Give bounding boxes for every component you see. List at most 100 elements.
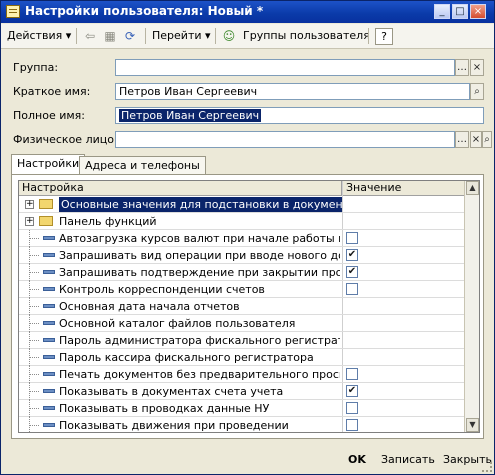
table-row[interactable]: Показывать движения при проведении: [19, 417, 464, 432]
tree-connector: [29, 255, 39, 256]
setting-item-icon: [43, 321, 55, 325]
table-row[interactable]: + Панель функций: [19, 213, 464, 230]
table-row[interactable]: Основная дата начала отчетов: [19, 298, 464, 315]
tab-panel: Настройка Значение + Основные значения дл…: [11, 174, 484, 439]
column-header-value[interactable]: Значение: [343, 181, 464, 195]
clear-icon[interactable]: ×: [470, 59, 484, 76]
actions-menu[interactable]: Действия ▾: [7, 28, 71, 44]
table-row[interactable]: Запрашивать подтверждение при закрытии п…: [19, 264, 464, 281]
goto-menu[interactable]: Перейти ▾: [152, 28, 211, 44]
full-name-field[interactable]: Петров Иван Сергеевич: [115, 107, 484, 124]
tree-connector: [29, 391, 39, 392]
setting-name: Запрашивать подтверждение при закрытии п…: [59, 266, 340, 279]
setting-name: Пароль кассира фискального регистратора: [59, 351, 314, 364]
expand-icon[interactable]: +: [25, 217, 34, 226]
tree-connector: [29, 374, 39, 375]
short-name-label: Краткое имя:: [13, 85, 91, 98]
scroll-down-arrow-icon[interactable]: ▼: [466, 418, 479, 432]
scroll-up-arrow-icon[interactable]: ▲: [466, 181, 479, 195]
table-row[interactable]: Пароль администратора фискального регист…: [19, 332, 464, 349]
save-button[interactable]: Записать: [381, 452, 435, 468]
tab-settings[interactable]: Настройки: [11, 154, 86, 175]
value-checkbox[interactable]: ✔: [346, 249, 358, 261]
setting-item-icon: [43, 304, 55, 308]
document-icon: [6, 5, 20, 18]
window-title: Настройки пользователя: Новый *: [25, 4, 264, 18]
back-arrow-icon[interactable]: ⇦: [82, 28, 98, 44]
setting-name: Показывать движения при проведении: [59, 419, 289, 432]
setting-item-icon: [43, 287, 55, 291]
setting-name: Основные значения для подстановки в доку…: [59, 197, 342, 212]
setting-name: Панель функций: [59, 215, 157, 228]
person-label: Физическое лицо:: [13, 133, 118, 146]
setting-name: Основная дата начала отчетов: [59, 300, 240, 313]
table-row[interactable]: + Основные значения для подстановки в док…: [19, 196, 464, 213]
search-icon[interactable]: ⌕: [470, 83, 484, 100]
setting-item-icon: [43, 236, 55, 240]
group-field[interactable]: [115, 59, 455, 76]
close-icon[interactable]: ×: [470, 4, 486, 19]
expand-icon[interactable]: +: [25, 200, 34, 209]
help-button[interactable]: ?: [375, 28, 393, 45]
tree-connector: [29, 306, 39, 307]
value-checkbox[interactable]: [346, 368, 358, 380]
tree-connector: [29, 323, 39, 324]
tab-addresses-phones[interactable]: Адреса и телефоны: [79, 156, 206, 175]
value-checkbox[interactable]: ✔: [346, 385, 358, 397]
person-field[interactable]: [115, 131, 455, 148]
table-row[interactable]: Печать документов без предварительного п…: [19, 366, 464, 383]
ok-button[interactable]: OK: [348, 452, 366, 468]
setting-name: Показывать в документах счета учета: [59, 385, 284, 398]
setting-item-icon: [43, 270, 55, 274]
table-row[interactable]: Пароль кассира фискального регистратора: [19, 349, 464, 366]
value-checkbox[interactable]: [346, 232, 358, 244]
setting-name: Основной каталог файлов пользователя: [59, 317, 296, 330]
setting-item-icon: [43, 338, 55, 342]
short-name-field[interactable]: Петров Иван Сергеевич: [115, 83, 470, 100]
value-checkbox[interactable]: [346, 283, 358, 295]
table-row[interactable]: Показывать в проводках данные НУ: [19, 400, 464, 417]
setting-item-icon: [43, 355, 55, 359]
title-bar[interactable]: Настройки пользователя: Новый * _ □ ×: [1, 1, 494, 23]
tree-connector: [29, 340, 39, 341]
setting-item-icon: [43, 253, 55, 257]
minimize-icon[interactable]: _: [434, 4, 450, 19]
maximize-icon[interactable]: □: [452, 4, 468, 19]
select-button[interactable]: …: [455, 59, 469, 76]
user-group-icon[interactable]: ☺: [221, 28, 237, 44]
refresh-icon[interactable]: ⟳: [122, 28, 138, 44]
tree-connector: [29, 238, 39, 239]
column-header-setting[interactable]: Настройка: [19, 181, 342, 195]
tree-connector: [29, 272, 39, 273]
table-row[interactable]: Основной каталог файлов пользователя: [19, 315, 464, 332]
setting-name: Контроль корреспонденции счетов: [59, 283, 265, 296]
tree-connector: [29, 425, 39, 426]
value-checkbox[interactable]: [346, 419, 358, 431]
toolbar-separator: [215, 28, 216, 44]
table-row[interactable]: Показывать в документах счета учета ✔: [19, 383, 464, 400]
table-row[interactable]: Контроль корреспонденции счетов: [19, 281, 464, 298]
table-row[interactable]: Запрашивать вид операции при вводе новог…: [19, 247, 464, 264]
toolbar-separator: [145, 28, 146, 44]
copy-icon[interactable]: ▦: [102, 28, 118, 44]
clear-icon[interactable]: ×: [470, 131, 482, 148]
select-button[interactable]: …: [455, 131, 469, 148]
user-groups-button[interactable]: Группы пользователя: [243, 28, 370, 44]
setting-name: Пароль администратора фискального регист…: [59, 334, 340, 347]
tree-connector: [29, 357, 39, 358]
toolbar-separator: [76, 28, 77, 44]
full-name-label: Полное имя:: [13, 109, 85, 122]
value-checkbox[interactable]: ✔: [346, 266, 358, 278]
table-row[interactable]: Автозагрузка курсов валют при начале раб…: [19, 230, 464, 247]
toolbar: Действия ▾ ⇦ ▦ ⟳ Перейти ▾ ☺ Группы поль…: [1, 24, 494, 49]
value-checkbox[interactable]: [346, 402, 358, 414]
vertical-scrollbar[interactable]: ▲ ▼: [464, 181, 479, 432]
folder-icon: [39, 216, 53, 226]
setting-item-icon: [43, 406, 55, 410]
setting-item-icon: [43, 423, 55, 427]
resize-grip-icon[interactable]: [482, 462, 492, 472]
setting-name: Показывать в проводках данные НУ: [59, 402, 270, 415]
search-icon[interactable]: ⌕: [482, 131, 492, 148]
settings-grid: Настройка Значение + Основные значения дл…: [18, 180, 480, 433]
grid-header: Настройка Значение: [19, 181, 464, 196]
